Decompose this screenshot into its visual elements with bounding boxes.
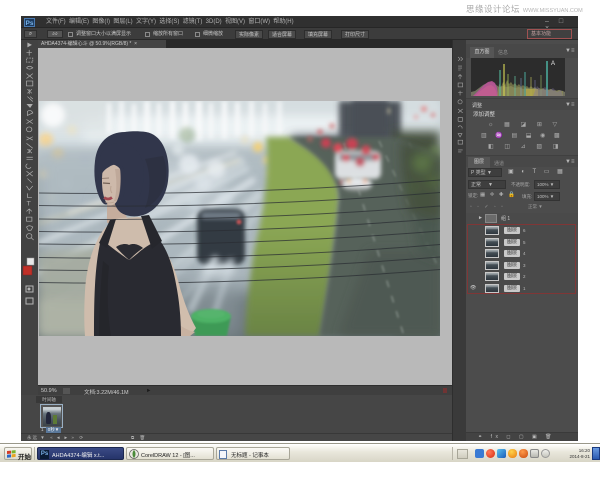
svg-text:T: T — [27, 201, 32, 208]
